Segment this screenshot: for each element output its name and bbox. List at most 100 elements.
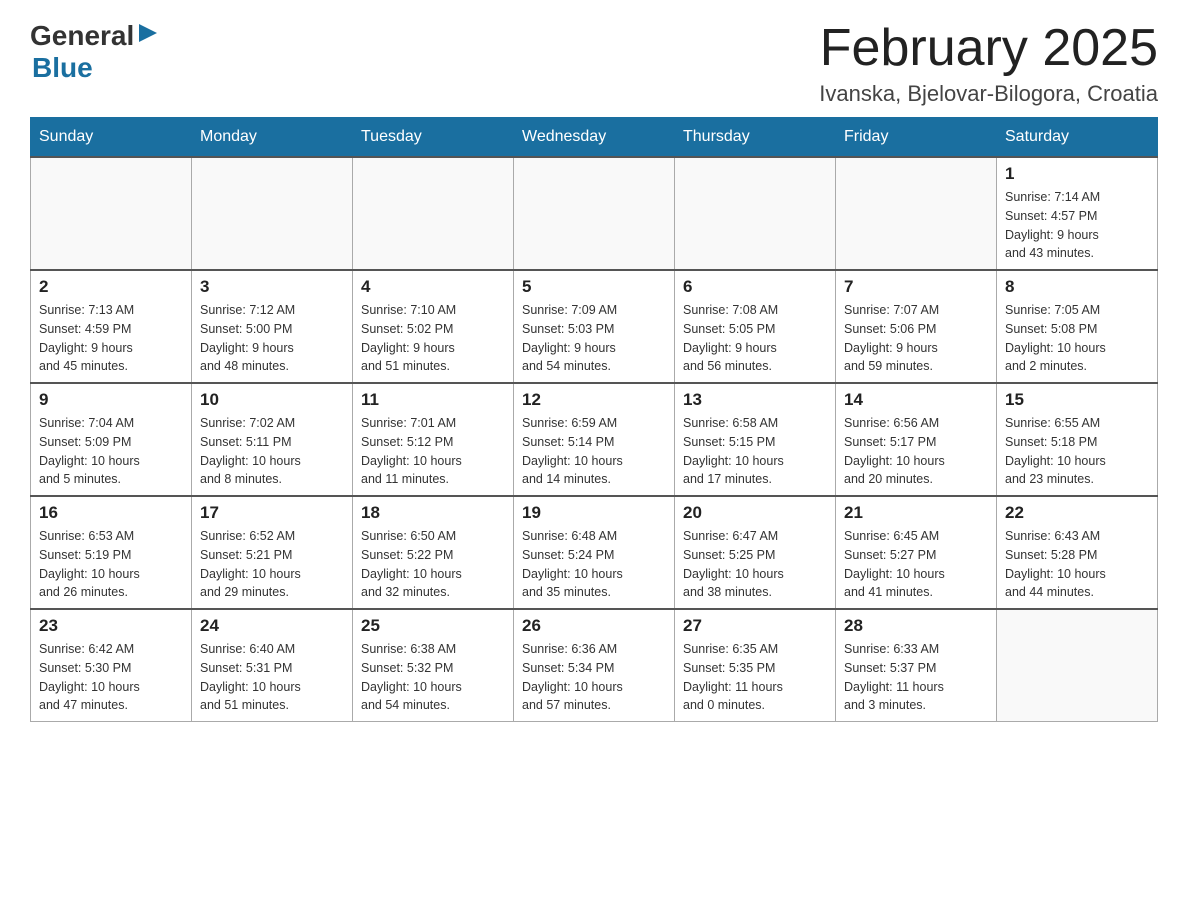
day-number: 7 (844, 277, 988, 297)
day-number: 13 (683, 390, 827, 410)
day-info: Sunrise: 6:59 AM Sunset: 5:14 PM Dayligh… (522, 414, 666, 489)
calendar-cell: 19 Sunrise: 6:48 AM Sunset: 5:24 PM Dayli… (514, 496, 675, 609)
day-number: 27 (683, 616, 827, 636)
weekday-header-friday: Friday (836, 118, 997, 158)
day-info: Sunrise: 7:05 AM Sunset: 5:08 PM Dayligh… (1005, 301, 1149, 376)
day-info: Sunrise: 6:52 AM Sunset: 5:21 PM Dayligh… (200, 527, 344, 602)
day-number: 4 (361, 277, 505, 297)
logo-general-text: General (30, 20, 134, 52)
calendar-cell: 22 Sunrise: 6:43 AM Sunset: 5:28 PM Dayli… (997, 496, 1158, 609)
day-info: Sunrise: 7:12 AM Sunset: 5:00 PM Dayligh… (200, 301, 344, 376)
calendar-cell (514, 157, 675, 270)
calendar-cell: 27 Sunrise: 6:35 AM Sunset: 5:35 PM Dayli… (675, 609, 836, 722)
calendar-cell (353, 157, 514, 270)
calendar-cell (997, 609, 1158, 722)
weekday-header-sunday: Sunday (31, 118, 192, 158)
logo-blue-text: Blue (32, 52, 93, 84)
day-number: 3 (200, 277, 344, 297)
day-info: Sunrise: 7:10 AM Sunset: 5:02 PM Dayligh… (361, 301, 505, 376)
location-subtitle: Ivanska, Bjelovar-Bilogora, Croatia (819, 81, 1158, 107)
day-info: Sunrise: 6:50 AM Sunset: 5:22 PM Dayligh… (361, 527, 505, 602)
day-info: Sunrise: 7:14 AM Sunset: 4:57 PM Dayligh… (1005, 188, 1149, 263)
day-info: Sunrise: 6:58 AM Sunset: 5:15 PM Dayligh… (683, 414, 827, 489)
weekday-header-row: SundayMondayTuesdayWednesdayThursdayFrid… (31, 118, 1158, 158)
day-info: Sunrise: 6:33 AM Sunset: 5:37 PM Dayligh… (844, 640, 988, 715)
day-number: 23 (39, 616, 183, 636)
day-number: 11 (361, 390, 505, 410)
day-info: Sunrise: 6:43 AM Sunset: 5:28 PM Dayligh… (1005, 527, 1149, 602)
day-info: Sunrise: 6:35 AM Sunset: 5:35 PM Dayligh… (683, 640, 827, 715)
day-number: 19 (522, 503, 666, 523)
page-header: General Blue February 2025 Ivanska, Bjel… (30, 20, 1158, 107)
weekday-header-thursday: Thursday (675, 118, 836, 158)
day-info: Sunrise: 6:36 AM Sunset: 5:34 PM Dayligh… (522, 640, 666, 715)
day-info: Sunrise: 6:45 AM Sunset: 5:27 PM Dayligh… (844, 527, 988, 602)
day-number: 25 (361, 616, 505, 636)
day-number: 24 (200, 616, 344, 636)
calendar-cell: 21 Sunrise: 6:45 AM Sunset: 5:27 PM Dayli… (836, 496, 997, 609)
day-number: 8 (1005, 277, 1149, 297)
weekday-header-tuesday: Tuesday (353, 118, 514, 158)
day-number: 5 (522, 277, 666, 297)
calendar-cell (836, 157, 997, 270)
calendar-cell: 25 Sunrise: 6:38 AM Sunset: 5:32 PM Dayli… (353, 609, 514, 722)
weekday-header-monday: Monday (192, 118, 353, 158)
calendar-cell: 3 Sunrise: 7:12 AM Sunset: 5:00 PM Daylig… (192, 270, 353, 383)
calendar-cell: 12 Sunrise: 6:59 AM Sunset: 5:14 PM Dayli… (514, 383, 675, 496)
calendar-cell: 9 Sunrise: 7:04 AM Sunset: 5:09 PM Daylig… (31, 383, 192, 496)
day-info: Sunrise: 6:40 AM Sunset: 5:31 PM Dayligh… (200, 640, 344, 715)
day-info: Sunrise: 7:07 AM Sunset: 5:06 PM Dayligh… (844, 301, 988, 376)
day-info: Sunrise: 6:53 AM Sunset: 5:19 PM Dayligh… (39, 527, 183, 602)
calendar-cell (675, 157, 836, 270)
calendar-cell: 24 Sunrise: 6:40 AM Sunset: 5:31 PM Dayli… (192, 609, 353, 722)
day-number: 20 (683, 503, 827, 523)
title-area: February 2025 Ivanska, Bjelovar-Bilogora… (819, 20, 1158, 107)
calendar-cell: 26Sunrise: 6:36 AM Sunset: 5:34 PM Dayli… (514, 609, 675, 722)
day-number: 15 (1005, 390, 1149, 410)
logo-arrow-icon (136, 24, 157, 49)
day-info: Sunrise: 7:13 AM Sunset: 4:59 PM Dayligh… (39, 301, 183, 376)
calendar-cell: 4 Sunrise: 7:10 AM Sunset: 5:02 PM Daylig… (353, 270, 514, 383)
calendar-cell: 16 Sunrise: 6:53 AM Sunset: 5:19 PM Dayli… (31, 496, 192, 609)
calendar-cell: 23Sunrise: 6:42 AM Sunset: 5:30 PM Dayli… (31, 609, 192, 722)
week-row-1: 1 Sunrise: 7:14 AM Sunset: 4:57 PM Daylig… (31, 157, 1158, 270)
calendar-cell: 28 Sunrise: 6:33 AM Sunset: 5:37 PM Dayli… (836, 609, 997, 722)
day-number: 9 (39, 390, 183, 410)
day-number: 16 (39, 503, 183, 523)
day-info: Sunrise: 7:02 AM Sunset: 5:11 PM Dayligh… (200, 414, 344, 489)
day-number: 2 (39, 277, 183, 297)
month-title: February 2025 (819, 20, 1158, 77)
day-number: 28 (844, 616, 988, 636)
day-info: Sunrise: 6:47 AM Sunset: 5:25 PM Dayligh… (683, 527, 827, 602)
calendar-cell: 5 Sunrise: 7:09 AM Sunset: 5:03 PM Daylig… (514, 270, 675, 383)
day-info: Sunrise: 7:09 AM Sunset: 5:03 PM Dayligh… (522, 301, 666, 376)
calendar-cell: 15 Sunrise: 6:55 AM Sunset: 5:18 PM Dayli… (997, 383, 1158, 496)
weekday-header-wednesday: Wednesday (514, 118, 675, 158)
week-row-5: 23Sunrise: 6:42 AM Sunset: 5:30 PM Dayli… (31, 609, 1158, 722)
calendar-cell: 11 Sunrise: 7:01 AM Sunset: 5:12 PM Dayli… (353, 383, 514, 496)
day-info: Sunrise: 6:38 AM Sunset: 5:32 PM Dayligh… (361, 640, 505, 715)
day-info: Sunrise: 7:04 AM Sunset: 5:09 PM Dayligh… (39, 414, 183, 489)
calendar-cell: 20 Sunrise: 6:47 AM Sunset: 5:25 PM Dayli… (675, 496, 836, 609)
day-info: Sunrise: 6:48 AM Sunset: 5:24 PM Dayligh… (522, 527, 666, 602)
calendar-cell: 10 Sunrise: 7:02 AM Sunset: 5:11 PM Dayli… (192, 383, 353, 496)
week-row-3: 9 Sunrise: 7:04 AM Sunset: 5:09 PM Daylig… (31, 383, 1158, 496)
calendar-cell: 1 Sunrise: 7:14 AM Sunset: 4:57 PM Daylig… (997, 157, 1158, 270)
day-info: Sunrise: 6:55 AM Sunset: 5:18 PM Dayligh… (1005, 414, 1149, 489)
day-number: 22 (1005, 503, 1149, 523)
day-number: 21 (844, 503, 988, 523)
day-info: Sunrise: 7:01 AM Sunset: 5:12 PM Dayligh… (361, 414, 505, 489)
calendar-cell: 17Sunrise: 6:52 AM Sunset: 5:21 PM Dayli… (192, 496, 353, 609)
day-number: 12 (522, 390, 666, 410)
day-number: 10 (200, 390, 344, 410)
calendar-cell: 7 Sunrise: 7:07 AM Sunset: 5:06 PM Daylig… (836, 270, 997, 383)
day-number: 6 (683, 277, 827, 297)
day-info: Sunrise: 7:08 AM Sunset: 5:05 PM Dayligh… (683, 301, 827, 376)
calendar-cell (192, 157, 353, 270)
calendar-cell: 13 Sunrise: 6:58 AM Sunset: 5:15 PM Dayli… (675, 383, 836, 496)
weekday-header-saturday: Saturday (997, 118, 1158, 158)
week-row-2: 2 Sunrise: 7:13 AM Sunset: 4:59 PM Daylig… (31, 270, 1158, 383)
calendar-cell: 6 Sunrise: 7:08 AM Sunset: 5:05 PM Daylig… (675, 270, 836, 383)
day-number: 1 (1005, 164, 1149, 184)
calendar-table: SundayMondayTuesdayWednesdayThursdayFrid… (30, 117, 1158, 722)
